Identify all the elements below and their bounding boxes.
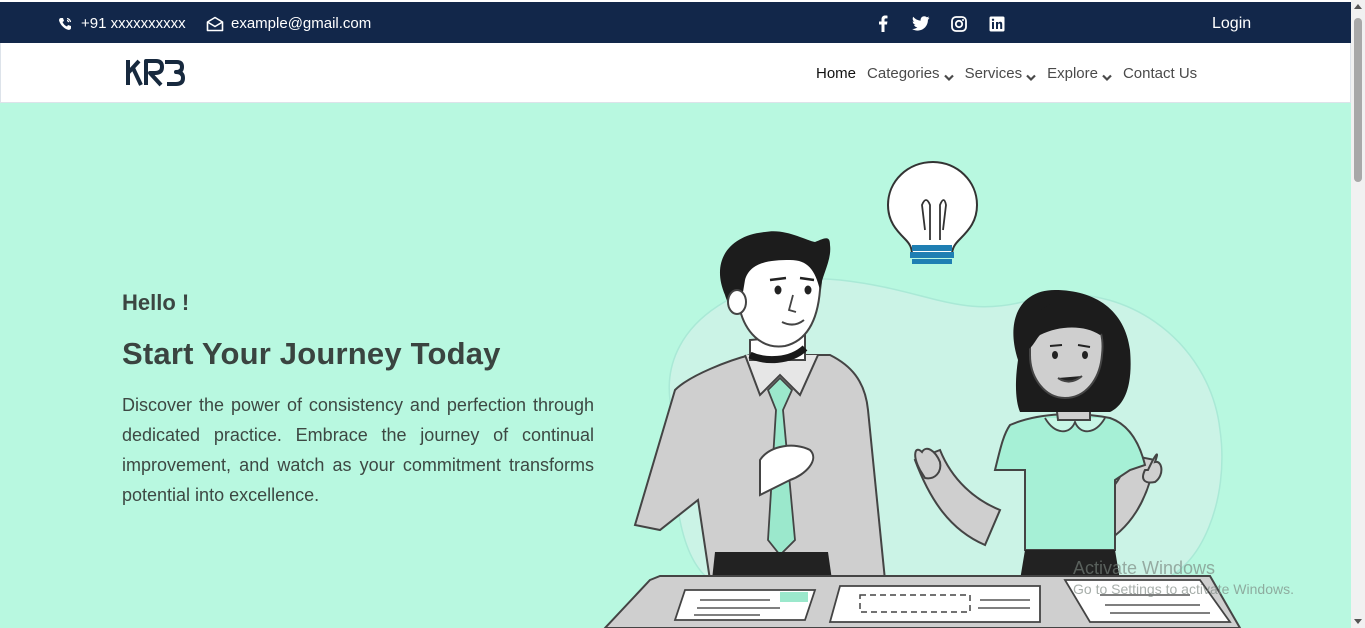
nav-home[interactable]: Home (816, 65, 856, 82)
krb-logo[interactable] (125, 58, 187, 88)
login-link[interactable]: Login (1212, 2, 1251, 45)
hero-greeting: Hello ! (122, 290, 190, 315)
nav-explore-label: Explore (1047, 64, 1098, 82)
nav-menu: Home Categories Services Explore Contact… (816, 43, 1197, 103)
hero-title: Start Your Journey Today (122, 336, 501, 371)
envelope-icon (206, 15, 224, 33)
instagram-icon[interactable] (950, 15, 968, 33)
phone-contact[interactable]: +91 xxxxxxxxxx (56, 2, 186, 45)
nav-contact-us[interactable]: Contact Us (1123, 65, 1197, 82)
nav-services[interactable]: Services (965, 65, 1037, 82)
phone-icon (56, 15, 74, 33)
watermark-line2: Go to Settings to activate Windows. (1073, 581, 1294, 597)
scroll-down-arrow-icon[interactable] (1354, 619, 1362, 624)
lightbulb-icon (886, 160, 979, 264)
nav-contact-us-label: Contact Us (1122, 64, 1198, 82)
top-contact-bar: +91 xxxxxxxxxx example@gmail.com Login (0, 0, 1351, 43)
activate-windows-watermark: Activate Windows Go to Settings to activ… (1073, 558, 1294, 597)
social-links (874, 2, 1006, 45)
page-scrollbar[interactable] (1351, 0, 1365, 628)
hero-illustration (600, 150, 1260, 628)
chevron-down-icon (943, 69, 954, 82)
scroll-up-arrow-icon[interactable] (1354, 4, 1362, 9)
main-navbar: Home Categories Services Explore Contact… (0, 43, 1351, 103)
email-address: example@gmail.com (231, 15, 372, 32)
phone-number: +91 xxxxxxxxxx (81, 15, 186, 32)
nav-home-label: Home (816, 64, 857, 82)
nav-services-label: Services (964, 64, 1023, 82)
linkedin-icon[interactable] (988, 15, 1006, 33)
nav-categories[interactable]: Categories (867, 65, 954, 82)
hero-description: Discover the power of consistency and pe… (122, 395, 594, 505)
twitter-icon[interactable] (912, 15, 930, 33)
nav-explore[interactable]: Explore (1047, 65, 1112, 82)
email-contact[interactable]: example@gmail.com (206, 2, 371, 45)
watermark-line1: Activate Windows (1073, 558, 1216, 578)
scrollbar-thumb[interactable] (1354, 18, 1362, 182)
chevron-down-icon (1102, 69, 1112, 82)
facebook-icon[interactable] (874, 15, 892, 33)
nav-categories-label: Categories (867, 64, 940, 82)
hero-text: Hello ! Start Your Journey Today Discove… (122, 290, 594, 510)
chevron-down-icon (1026, 69, 1036, 82)
